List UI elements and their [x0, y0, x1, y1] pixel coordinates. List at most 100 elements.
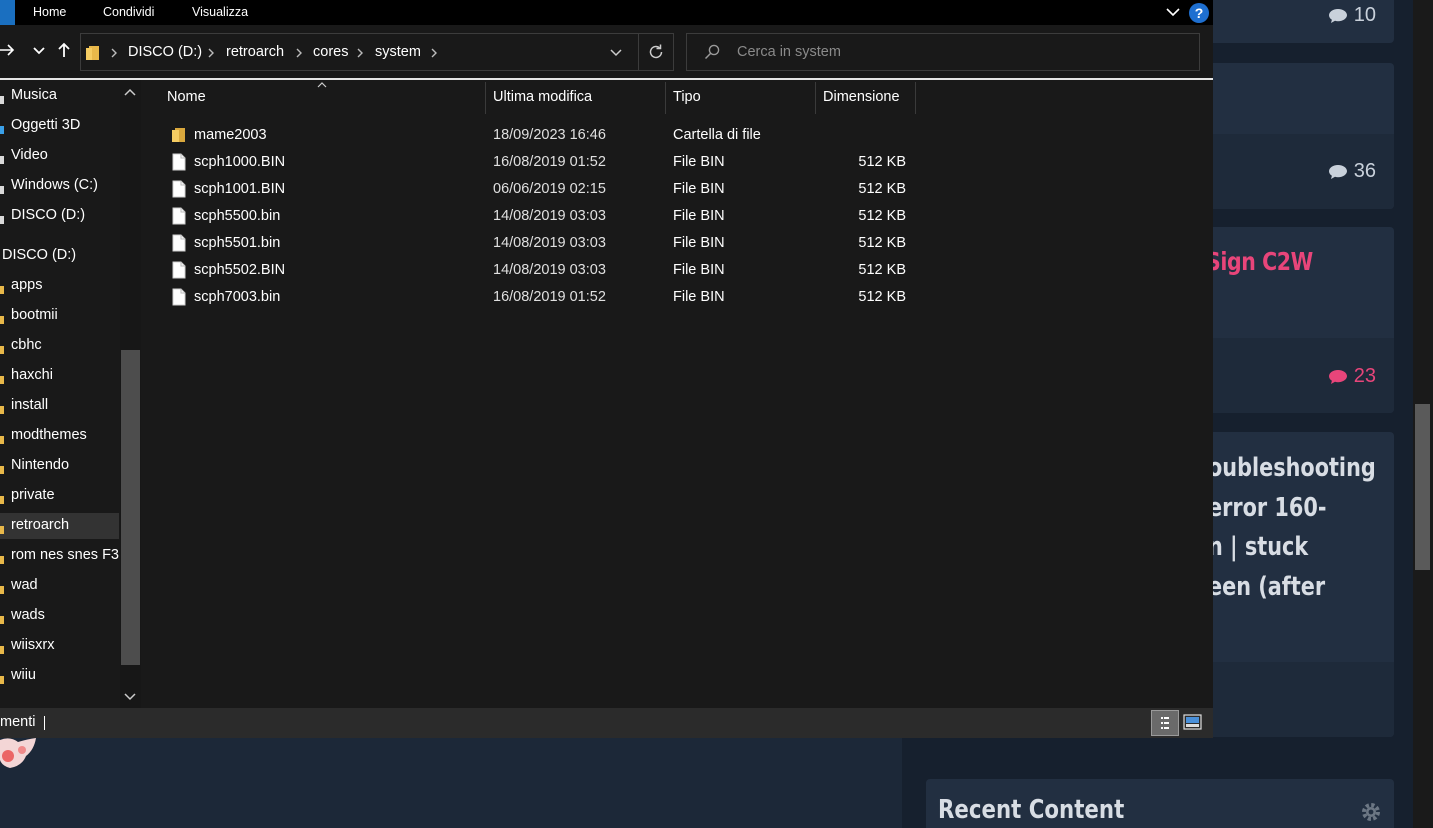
sidebar-item-label: private	[11, 487, 55, 503]
sidebar-item[interactable]: rom nes snes F3	[0, 543, 119, 569]
file-row[interactable]: scph7003.bin 16/08/2019 01:52 File BIN 512 …	[165, 284, 925, 311]
refresh-icon[interactable]	[647, 43, 665, 61]
chevron-right-icon[interactable]	[207, 48, 216, 58]
folder-icon	[0, 370, 8, 384]
recent-content-title: Recent Content	[938, 795, 1125, 825]
tab-share[interactable]: Condividi	[103, 5, 154, 19]
video-icon	[0, 150, 8, 164]
music-icon	[0, 90, 8, 104]
forward-arrow-icon[interactable]	[0, 42, 16, 58]
sidebar-item-label: retroarch	[11, 517, 70, 533]
sidebar-item-label: modthemes	[11, 427, 87, 443]
page-scrollbar-thumb[interactable]	[1415, 404, 1430, 570]
breadcrumb-cores[interactable]: cores	[313, 44, 348, 60]
sidebar-item[interactable]: private	[0, 483, 119, 509]
sidebar-item[interactable]: apps	[0, 273, 119, 299]
column-header-modified[interactable]: Ultima modifica	[493, 89, 592, 105]
tab-home[interactable]: Home	[33, 5, 66, 19]
file-icon	[172, 207, 186, 225]
search-input[interactable]: Cerca in system	[737, 44, 841, 60]
breadcrumb-system[interactable]: system	[375, 44, 421, 60]
file-modified: 06/06/2019 02:15	[493, 181, 606, 197]
sidebar-item[interactable]: Musica	[0, 83, 119, 109]
navigation-pane-scrollbar-thumb[interactable]	[121, 350, 140, 665]
chevron-down-icon[interactable]	[31, 42, 47, 58]
file-modified: 16/08/2019 01:52	[493, 289, 606, 305]
file-row[interactable]: mame2003 18/09/2023 16:46 Cartella di file	[165, 122, 925, 149]
file-type: File BIN	[673, 289, 725, 305]
file-row[interactable]: scph1000.BIN 16/08/2019 01:52 File BIN 512 …	[165, 149, 925, 176]
file-modified: 14/08/2019 03:03	[493, 235, 606, 251]
sidebar-item[interactable]: wad	[0, 573, 119, 599]
sidebar-item[interactable]: modthemes	[0, 423, 119, 449]
chevron-right-icon[interactable]	[430, 48, 439, 58]
breadcrumb-retroarch[interactable]: retroarch	[226, 44, 284, 60]
chevron-down-icon[interactable]	[609, 46, 623, 60]
file-name: mame2003	[194, 127, 267, 143]
up-arrow-icon[interactable]	[56, 42, 72, 58]
search-icon	[704, 44, 720, 60]
folder-icon	[0, 550, 8, 564]
sidebar-item[interactable]: cbhc	[0, 333, 119, 359]
help-button[interactable]: ?	[1189, 3, 1209, 23]
file-list-pane: Nome Ultima modifica Tipo Dimensione mam…	[145, 80, 1213, 708]
file-row[interactable]: scph5501.bin 14/08/2019 03:03 File BIN 512 …	[165, 230, 925, 257]
drive-icon	[0, 210, 8, 224]
column-header-size[interactable]: Dimensione	[823, 89, 900, 105]
thread-title[interactable]: Sign C2W	[1206, 247, 1313, 276]
sidebar-item-label: Oggetti 3D	[11, 117, 81, 133]
address-bar[interactable]: DISCO (D:) retroarch cores system	[80, 33, 674, 71]
folder-icon	[86, 46, 99, 60]
sidebar-item-label: DISCO (D:)	[11, 207, 86, 223]
file-modified: 16/08/2019 01:52	[493, 154, 606, 170]
scroll-down-icon[interactable]	[123, 689, 137, 703]
chevron-right-icon[interactable]	[110, 48, 119, 58]
folder-icon	[0, 340, 8, 354]
tab-view[interactable]: Visualizza	[192, 5, 248, 19]
sidebar-item[interactable]: install	[0, 393, 119, 419]
sidebar-item[interactable]: haxchi	[0, 363, 119, 389]
scroll-up-icon[interactable]	[123, 86, 137, 100]
folder-icon	[0, 640, 8, 654]
breadcrumb-drive[interactable]: DISCO (D:)	[128, 44, 202, 60]
sidebar-item-label: wiisxrx	[11, 637, 55, 653]
column-header-name[interactable]: Nome	[167, 89, 206, 105]
folder-icon	[0, 490, 8, 504]
folder-icon	[0, 520, 8, 534]
sidebar-item[interactable]: retroarch	[0, 513, 119, 539]
gear-icon[interactable]	[1360, 801, 1382, 823]
file-type: File BIN	[673, 262, 725, 278]
comment-icon	[1328, 164, 1347, 179]
file-name: scph5500.bin	[194, 208, 281, 224]
sidebar-item-label: wads	[11, 607, 45, 623]
sort-caret-icon	[317, 82, 327, 88]
details-view-icon	[1161, 717, 1169, 729]
file-row[interactable]: scph1001.BIN 06/06/2019 02:15 File BIN 512 …	[165, 176, 925, 203]
search-box[interactable]: Cerca in system	[686, 33, 1200, 71]
thread-title[interactable]: oubleshooting error 160- n | stuck een (…	[1208, 449, 1376, 607]
sidebar-item[interactable]: wiiu	[0, 663, 119, 689]
file-name: scph1001.BIN	[194, 181, 286, 197]
file-row[interactable]: scph5500.bin 14/08/2019 03:03 File BIN 512 …	[165, 203, 925, 230]
cube-icon	[0, 120, 8, 134]
sidebar-item[interactable]: DISCO (D:)	[0, 203, 119, 229]
sidebar-item[interactable]: wiisxrx	[0, 633, 119, 659]
sidebar-item[interactable]: DISCO (D:)	[0, 243, 119, 269]
sidebar-item[interactable]: Windows (C:)	[0, 173, 119, 199]
file-row[interactable]: scph5502.BIN 14/08/2019 03:03 File BIN 512 …	[165, 257, 925, 284]
file-tab[interactable]	[0, 0, 15, 25]
chevron-right-icon[interactable]	[295, 48, 304, 58]
sidebar-item[interactable]: Oggetti 3D	[0, 113, 119, 139]
file-icon	[172, 261, 186, 279]
column-header-type[interactable]: Tipo	[673, 89, 701, 105]
sidebar-item[interactable]: Nintendo	[0, 453, 119, 479]
sidebar-item[interactable]: wads	[0, 603, 119, 629]
chevron-down-icon[interactable]	[1165, 4, 1181, 20]
sidebar-item-label: install	[11, 397, 49, 413]
file-explorer-window: Home Condividi Visualizza ? DISCO (D:) r…	[0, 0, 1213, 738]
chevron-right-icon[interactable]	[356, 48, 365, 58]
sidebar-item[interactable]: Video	[0, 143, 119, 169]
large-icons-view-button[interactable]	[1183, 714, 1202, 730]
details-view-button[interactable]	[1151, 710, 1179, 736]
sidebar-item[interactable]: bootmii	[0, 303, 119, 329]
